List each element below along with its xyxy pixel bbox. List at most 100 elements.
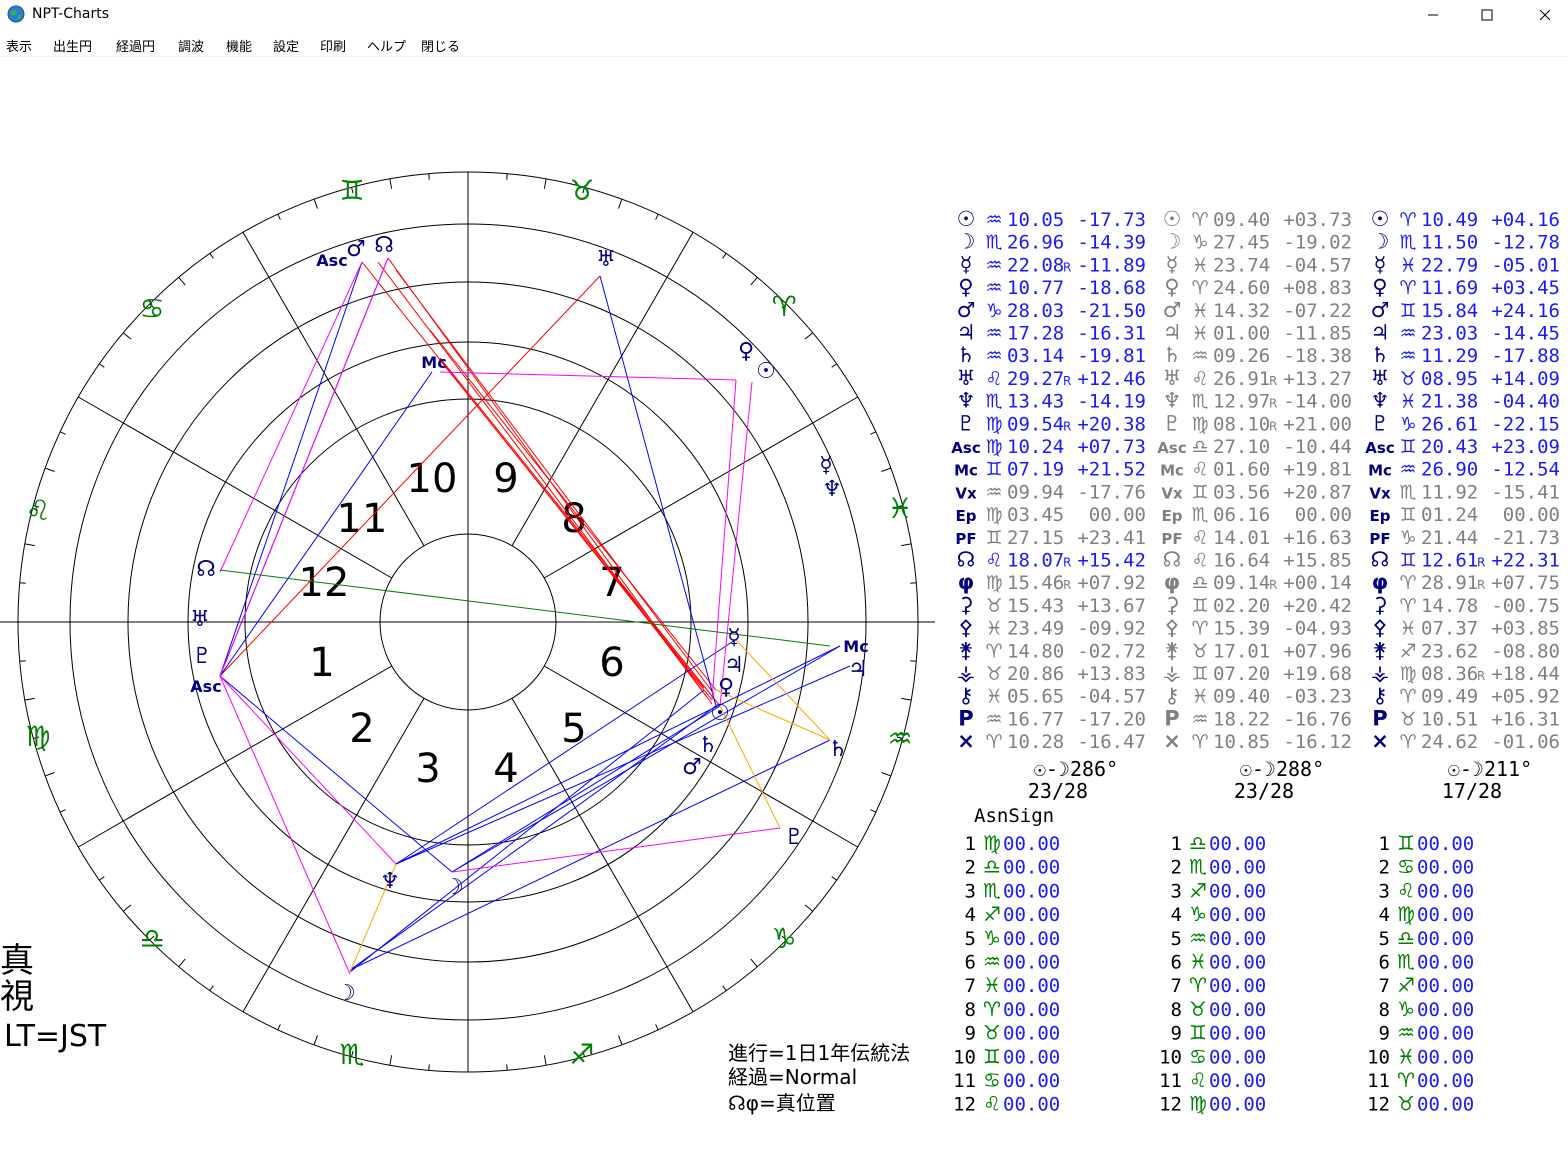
house-degree: 00.00 <box>1209 880 1266 902</box>
sign-glyph: ♓ <box>1191 323 1208 345</box>
degree-value: 09.40 <box>1213 209 1270 231</box>
degree-tick <box>910 660 917 662</box>
sign-glyph: ♈ <box>1399 595 1416 617</box>
sign-glyph: ♑ <box>1399 527 1416 549</box>
note-true: 真 <box>0 941 34 981</box>
planet-symbol: φ <box>1372 570 1388 594</box>
degree-tick <box>870 809 877 813</box>
house-index: 4 <box>965 904 976 926</box>
degree-value: 12.61 <box>1421 550 1478 572</box>
degree-value: 09.49 <box>1421 686 1478 708</box>
planet-symbol: ⚳ <box>1372 593 1387 617</box>
planet-symbol: PF <box>1161 530 1182 548</box>
degree-tick <box>722 985 727 991</box>
house-number-11: 11 <box>337 496 388 542</box>
house-index: 6 <box>965 952 976 974</box>
degree-tick <box>122 904 132 912</box>
house-index: 12 <box>953 1094 976 1116</box>
degree-value: 03.56 <box>1213 481 1270 503</box>
aspect-line-red <box>429 329 717 691</box>
sign-glyph: ♉ <box>1399 368 1416 390</box>
degree-tick <box>389 1055 393 1066</box>
planet-symbol: Vx <box>1161 484 1183 502</box>
retrograde-flag: R <box>1269 397 1277 411</box>
degree-tick <box>655 213 659 220</box>
house-index: 9 <box>1171 1023 1182 1045</box>
house-degree: 00.00 <box>1417 857 1474 879</box>
planet-symbol: ♆ <box>957 389 976 413</box>
aspect-line-blue <box>349 705 717 971</box>
house-cusp-line <box>511 697 694 1012</box>
planet-symbol: Vx <box>955 484 977 502</box>
latitude-value: 00.00 <box>1089 504 1146 526</box>
degree-tick <box>19 660 26 662</box>
sign-glyph: ♒ <box>1191 708 1208 730</box>
house-sign-glyph: ♐ <box>1189 878 1207 902</box>
degree-value: 14.01 <box>1213 527 1270 549</box>
sign-glyph: ♊ <box>1191 595 1208 617</box>
wheel-label-mc: Mc <box>421 353 446 372</box>
sign-glyph: ♒ <box>985 209 1002 231</box>
latitude-value: +16.63 <box>1283 527 1352 549</box>
degree-value: 09.40 <box>1213 686 1270 708</box>
sign-glyph: ♌ <box>985 550 1002 572</box>
planet-symbol: ♅ <box>1371 366 1390 390</box>
planet-symbol: ☉ <box>1371 207 1390 231</box>
house-index: 4 <box>1171 904 1182 926</box>
sign-glyph: ♒ <box>985 254 1002 276</box>
house-index: 5 <box>1171 928 1182 950</box>
house-index: 10 <box>1159 1046 1182 1068</box>
house-degree: 00.00 <box>1209 1094 1266 1116</box>
latitude-value: +20.42 <box>1283 595 1352 617</box>
aspect-line-magenta <box>219 675 351 975</box>
house-sign-glyph: ♊ <box>1397 831 1415 855</box>
latitude-value: 00.00 <box>1295 504 1352 526</box>
asn-sign-label: AsnSign <box>974 805 1054 827</box>
latitude-value: -12.54 <box>1491 459 1560 481</box>
latitude-value: -21.73 <box>1491 527 1560 549</box>
house-sign-glyph: ♒ <box>1397 1021 1415 1045</box>
retrograde-flag: R <box>1269 374 1277 388</box>
latitude-value: -08.80 <box>1491 640 1560 662</box>
house-sign-glyph: ♓ <box>1397 1044 1415 1068</box>
degree-tick <box>59 809 66 813</box>
wheel-label-mercury: ☿ <box>819 453 833 478</box>
latitude-value: -04.40 <box>1491 391 1560 413</box>
degree-tick <box>870 431 877 435</box>
house-cusp-line <box>78 665 393 848</box>
sign-glyph: ♈ <box>1399 686 1416 708</box>
house-sign-glyph: ♍ <box>1397 902 1415 926</box>
bottom-note-2: 経過=Normal <box>728 1065 857 1089</box>
sign-cancer-glyph: ♋ <box>139 292 164 325</box>
planet-symbol: ♄ <box>1371 343 1390 367</box>
degree-value: 15.84 <box>1421 300 1478 322</box>
degree-value: 10.77 <box>1007 277 1064 299</box>
degree-value: 07.20 <box>1213 663 1270 685</box>
latitude-value: -14.39 <box>1077 232 1146 254</box>
sign-glyph: ♈ <box>1191 618 1208 640</box>
degree-tick <box>428 173 430 180</box>
degree-tick <box>881 772 892 777</box>
house-cusp-line <box>242 697 425 1012</box>
degree-value: 27.10 <box>1213 436 1270 458</box>
sign-glyph: ♈ <box>1399 731 1416 753</box>
planet-symbol: P <box>958 706 973 730</box>
latitude-value: -01.06 <box>1491 731 1560 753</box>
planet-symbol: Vx <box>1369 484 1391 502</box>
latitude-value: +07.75 <box>1491 572 1560 594</box>
house-index: 3 <box>1171 880 1182 902</box>
sign-glyph: ♊ <box>1191 481 1208 503</box>
house-degree: 00.00 <box>1209 1070 1266 1092</box>
wheel-label-pluto: ♇ <box>784 825 804 850</box>
degree-value: 17.28 <box>1007 323 1064 345</box>
latitude-value: +14.09 <box>1491 368 1560 390</box>
wheel-label-neptune: ♆ <box>380 869 400 894</box>
planet-symbol: ☿ <box>1166 252 1179 276</box>
degree-value: 26.91 <box>1213 368 1270 390</box>
latitude-value: -18.38 <box>1283 345 1352 367</box>
degree-value: 10.05 <box>1007 209 1064 231</box>
house-number-5: 5 <box>561 706 586 752</box>
degree-tick <box>44 772 55 777</box>
degree-tick <box>389 178 393 189</box>
degree-tick <box>209 985 214 991</box>
